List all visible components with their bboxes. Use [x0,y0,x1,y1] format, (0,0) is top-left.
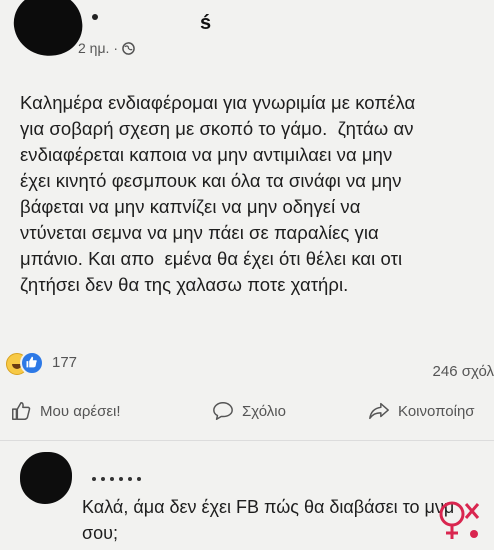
like-button[interactable]: Μου αρέσει! [10,400,121,422]
commenter-name-redacted [92,468,162,481]
comment-label: Σχόλιο [242,402,286,420]
comment-button[interactable]: Σχόλιο [212,400,286,422]
comment-text: Καλά, άμα δεν έχει FB πώς θα διαβάσει το… [82,497,455,543]
speech-bubble-icon [213,402,233,420]
share-arrow-icon [369,402,389,420]
author-avatar[interactable] [9,0,87,61]
globe-icon [122,41,135,55]
author-name-redacted [92,14,98,20]
meta-separator: · [113,40,119,56]
reaction-count: 177 [52,354,78,371]
reaction-summary[interactable]: 177 246 σχόλ [6,351,494,380]
author-name[interactable]: ś [200,12,211,35]
share-button[interactable]: Κοινοποίησ [368,400,475,422]
post-meta: 2 ημ. · [78,40,135,56]
commenter-avatar[interactable] [20,452,72,504]
share-label: Κοινοποίησ [398,402,475,420]
post-header: ś 2 ημ. · [0,0,494,64]
watermark-logo-icon [439,501,480,539]
comment-count[interactable]: 246 σχόλ [433,363,494,380]
thumbs-up-icon [12,402,31,420]
like-label: Μου αρέσει! [40,402,121,420]
comments-divider [0,440,494,441]
post-body: Καλημέρα ενδιαφέρομαι για γνωριμία με κο… [20,92,416,295]
post-actions: Μου αρέσει! Σχόλιο Κοινοποίησ [0,400,494,424]
post-time[interactable]: 2 ημ. [78,40,109,56]
like-reaction-icon [20,351,44,375]
